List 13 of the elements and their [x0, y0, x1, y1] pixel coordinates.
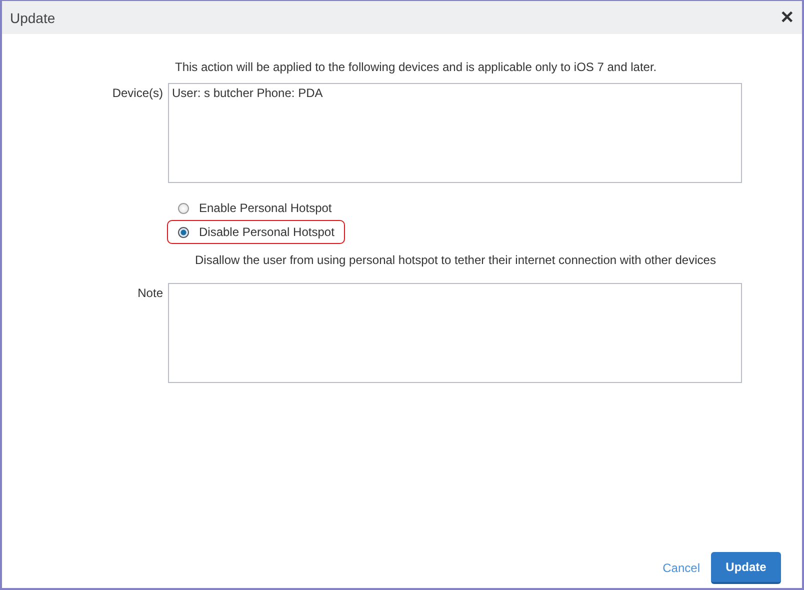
window-title: Update [10, 10, 56, 26]
field-label: Device(s) [111, 86, 164, 100]
radio-button[interactable] [178, 226, 189, 238]
description-text: Disallow the user from using personal hotspot to tether their internet connection with other devices [195, 253, 717, 267]
note-field[interactable] [168, 283, 742, 383]
devices-field[interactable]: User: s butcher Phone: PDA [168, 83, 742, 183]
field-label: Note [136, 286, 164, 300]
radio-option[interactable]: Enable Personal Hotspot [167, 196, 343, 220]
intro-text: This action will be applied to the following devices and is applicable only to iOS 7 and later. [175, 59, 658, 75]
radio-option[interactable]: Disable Personal Hotspot [167, 220, 346, 244]
radio-button[interactable] [178, 202, 189, 214]
close-button[interactable]: ✕ [776, 8, 798, 28]
update-button[interactable]: Update [711, 552, 781, 584]
